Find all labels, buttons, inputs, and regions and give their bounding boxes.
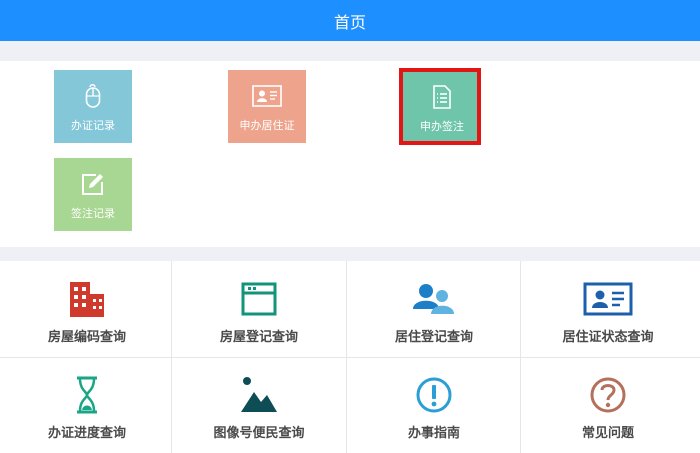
browser-window-icon (241, 279, 277, 319)
building-icon (68, 279, 106, 319)
question-icon (589, 375, 627, 415)
tile-certificate-records[interactable]: 办证记录 (54, 70, 132, 143)
info-icon (415, 375, 453, 415)
service-label: 办证进度查询 (47, 426, 126, 441)
edit-icon (81, 170, 105, 198)
tile-apply-residence-permit[interactable]: 申办居住证 (228, 70, 306, 143)
service-image-number-query[interactable]: 图像号便民查询 (172, 358, 346, 453)
users-icon (411, 279, 457, 319)
tile-label: 签注记录 (71, 207, 115, 220)
service-label: 居住登记查询 (394, 330, 473, 345)
service-label: 图像号便民查询 (213, 426, 305, 441)
service-guide[interactable]: 办事指南 (347, 358, 521, 453)
selection-highlight (399, 68, 481, 145)
hourglass-icon (75, 375, 99, 415)
service-label: 办事指南 (407, 426, 460, 441)
service-residence-registration-query[interactable]: 居住登记查询 (347, 262, 521, 357)
tile-label: 申办居住证 (239, 119, 295, 132)
image-icon (239, 375, 279, 415)
service-processing-progress-query[interactable]: 办证进度查询 (0, 358, 174, 453)
section-divider (0, 247, 700, 261)
service-label: 居住证状态查询 (562, 330, 654, 345)
mouse-icon (85, 82, 101, 110)
service-house-code-query[interactable]: 房屋编码查询 (0, 262, 174, 357)
id-card-icon (583, 279, 633, 319)
service-faq[interactable]: 常见问题 (521, 358, 695, 453)
page-header: 首页 (0, 0, 700, 41)
tile-label: 办证记录 (71, 119, 115, 132)
section-divider (0, 41, 700, 61)
service-label: 常见问题 (581, 426, 634, 441)
service-permit-status-query[interactable]: 居住证状态查询 (521, 262, 695, 357)
service-house-registration-query[interactable]: 房屋登记查询 (172, 262, 346, 357)
page-title: 首页 (333, 12, 366, 32)
service-label: 房屋编码查询 (47, 330, 126, 345)
tile-endorsement-records[interactable]: 签注记录 (54, 158, 132, 231)
service-label: 房屋登记查询 (219, 330, 298, 345)
id-card-icon (252, 82, 282, 110)
